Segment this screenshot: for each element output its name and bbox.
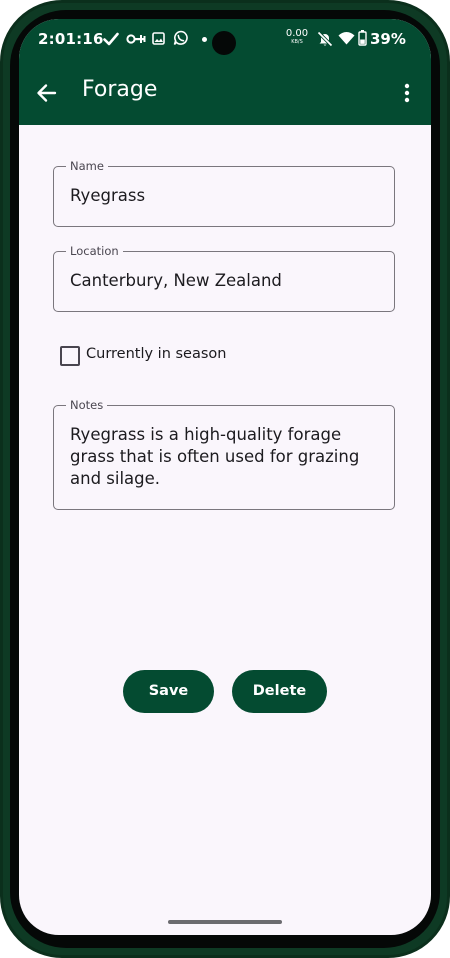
check-icon — [103, 32, 119, 46]
notes-field-value: Ryegrass is a high-quality forage grass … — [70, 425, 360, 488]
home-indicator[interactable] — [168, 920, 282, 924]
camera-cutout — [212, 31, 236, 55]
battery-percent: 39% — [370, 30, 406, 48]
key-icon — [126, 34, 146, 44]
back-arrow-icon[interactable] — [33, 79, 61, 107]
screen: 2:01:16 0.00 KB/S 39% Forage Name Ryegra… — [19, 19, 431, 935]
wifi-icon — [338, 32, 355, 45]
name-field-label: Name — [66, 159, 108, 173]
location-field[interactable]: Location Canterbury, New Zealand — [53, 244, 395, 312]
app-bar: Forage — [19, 61, 431, 125]
more-vert-icon[interactable] — [397, 81, 417, 105]
network-speed-value: 0.00 — [285, 28, 309, 39]
in-season-label[interactable]: Currently in season — [86, 346, 226, 362]
location-field-value: Canterbury, New Zealand — [70, 271, 282, 290]
network-speed-unit: KB/S — [291, 39, 303, 45]
battery-icon — [358, 30, 367, 46]
delete-button[interactable]: Delete — [232, 670, 327, 713]
mute-icon — [317, 31, 333, 47]
chat-icon — [173, 30, 188, 45]
name-field[interactable]: Name Ryegrass — [53, 159, 395, 227]
in-season-checkbox[interactable] — [60, 346, 80, 366]
save-button[interactable]: Save — [123, 670, 214, 713]
image-icon — [152, 32, 165, 45]
location-field-label: Location — [66, 244, 123, 258]
notification-dot-icon — [202, 37, 207, 42]
page-title: Forage — [82, 77, 158, 102]
status-time: 2:01:16 — [38, 30, 104, 48]
notes-field[interactable]: Notes Ryegrass is a high-quality forage … — [53, 398, 395, 510]
status-bar: 2:01:16 0.00 KB/S 39% — [19, 19, 431, 61]
name-field-value: Ryegrass — [70, 186, 146, 205]
notes-field-label: Notes — [66, 398, 108, 412]
network-speed: 0.00 KB/S — [284, 29, 310, 45]
